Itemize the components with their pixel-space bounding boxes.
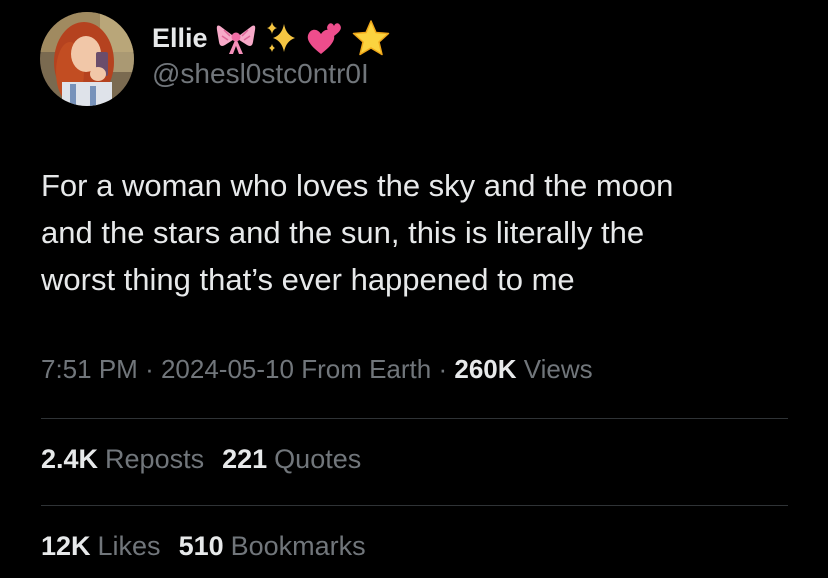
likes-stat[interactable]: 12K Likes — [41, 531, 161, 562]
post-time[interactable]: 7:51 PM — [41, 354, 138, 384]
tweet-line: worst thing that’s ever happened to me — [41, 262, 575, 297]
likes-label: Likes — [97, 531, 161, 561]
star-icon — [352, 20, 390, 56]
author-handle[interactable]: @shesl0stc0ntr0I — [152, 58, 369, 90]
tweet-meta: 7:51 PM · 2024-05-10 From Earth · 260K V… — [41, 354, 593, 385]
meta-separator: · — [438, 354, 448, 384]
sparkles-icon — [264, 20, 298, 56]
tweet-line: and the stars and the sun, this is liter… — [41, 215, 645, 250]
two-hearts-icon — [306, 20, 344, 56]
reposts-count: 2.4K — [41, 444, 99, 474]
divider — [41, 418, 788, 419]
bookmarks-stat[interactable]: 510 Bookmarks — [179, 531, 366, 562]
tweet-text: For a woman who loves the sky and the mo… — [41, 162, 801, 303]
quotes-label: Quotes — [274, 444, 362, 474]
post-source: From Earth — [301, 354, 432, 384]
engagement-row-likes: 12K Likes 510 Bookmarks — [41, 531, 384, 562]
reposts-stat[interactable]: 2.4K Reposts — [41, 444, 204, 475]
reposts-label: Reposts — [105, 444, 205, 474]
engagement-row-reposts: 2.4K Reposts 221 Quotes — [41, 444, 379, 475]
bookmarks-count: 510 — [178, 531, 224, 561]
quotes-stat[interactable]: 221 Quotes — [222, 444, 361, 475]
display-name-text: Ellie — [152, 22, 208, 53]
post-date[interactable]: 2024-05-10 — [161, 354, 294, 384]
likes-count: 12K — [41, 531, 91, 561]
quotes-count: 221 — [222, 444, 268, 474]
views-count: 260K — [454, 354, 517, 384]
divider — [41, 505, 788, 506]
views-label: Views — [523, 354, 593, 384]
bookmarks-label: Bookmarks — [230, 531, 366, 561]
author-display-name[interactable]: Ellie — [152, 19, 390, 57]
tweet-line: For a woman who loves the sky and the mo… — [41, 168, 674, 203]
meta-separator: · — [145, 354, 154, 384]
avatar-photo — [40, 12, 134, 106]
bow-icon — [216, 20, 256, 56]
avatar[interactable] — [40, 12, 134, 106]
